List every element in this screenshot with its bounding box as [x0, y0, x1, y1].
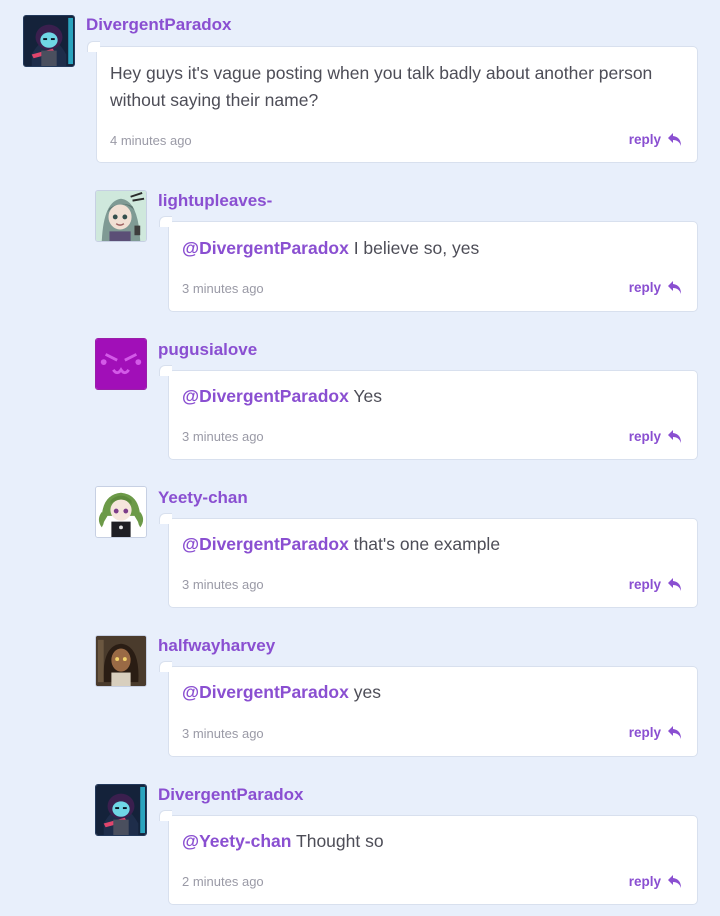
comment-username[interactable]: DivergentParadox: [86, 15, 232, 35]
comment-thread: DivergentParadox Hey guys it's vague pos…: [0, 0, 720, 916]
user-avatar[interactable]: [95, 486, 147, 538]
user-avatar[interactable]: [23, 15, 75, 67]
comment-text: Thought so: [291, 831, 384, 851]
comment-mention[interactable]: @DivergentParadox: [182, 238, 349, 258]
comment-body: @DivergentParadox Yes: [182, 383, 687, 410]
reply-button[interactable]: reply: [629, 576, 683, 592]
reply-arrow-icon: [668, 430, 681, 443]
divergent-paradox-avatar-icon: [24, 16, 74, 66]
reply-label: reply: [628, 131, 661, 147]
comment-timestamp: 2 minutes ago: [182, 874, 264, 889]
reply-arrow-icon: [668, 281, 681, 294]
comment-mention[interactable]: @DivergentParadox: [182, 534, 349, 554]
comment-body: @DivergentParadox yes: [182, 679, 687, 706]
reply-arrow-icon: [668, 875, 681, 888]
reply-label: reply: [628, 279, 661, 295]
pugusialove-avatar-icon: [96, 339, 146, 389]
comment-timestamp: 3 minutes ago: [182, 726, 264, 741]
comment-username[interactable]: pugusialove: [158, 340, 257, 360]
comment-bubble: @DivergentParadox Yes 3 minutes ago repl…: [159, 365, 698, 460]
comment-text: I believe so, yes: [348, 238, 480, 258]
comment-text: Yes: [348, 386, 382, 406]
comment-bubble: @Yeety-chan Thought so 2 minutes ago rep…: [159, 810, 698, 905]
comment-mention[interactable]: @DivergentParadox: [182, 682, 349, 702]
lightupleaves-avatar-icon: [96, 191, 146, 241]
reply-arrow-icon: [668, 578, 681, 591]
comment-text: that's one example: [348, 534, 501, 554]
comment-username[interactable]: halfwayharvey: [158, 636, 275, 656]
comment-body: @Yeety-chan Thought so: [182, 828, 687, 855]
comment-timestamp: 3 minutes ago: [182, 281, 264, 296]
comment-bubble: @DivergentParadox that's one example 3 m…: [159, 513, 698, 608]
divergent-paradox-avatar-icon: [96, 785, 146, 835]
comment-text: Hey guys it's vague posting when you tal…: [110, 63, 653, 110]
reply-button[interactable]: reply: [629, 724, 683, 740]
user-avatar[interactable]: [95, 635, 147, 687]
reply-button[interactable]: reply: [629, 279, 683, 295]
reply-arrow-icon: [668, 726, 681, 739]
reply-label: reply: [628, 576, 661, 592]
comment-body: Hey guys it's vague posting when you tal…: [110, 60, 685, 114]
comment-body: @DivergentParadox I believe so, yes: [182, 235, 687, 262]
reply-label: reply: [628, 428, 661, 444]
reply-button[interactable]: reply: [629, 428, 683, 444]
reply-label: reply: [628, 724, 661, 740]
reply-label: reply: [628, 873, 661, 889]
comment-username[interactable]: DivergentParadox: [158, 785, 304, 805]
comment-timestamp: 3 minutes ago: [182, 577, 264, 592]
comment-timestamp: 3 minutes ago: [182, 429, 264, 444]
comment-username[interactable]: Yeety-chan: [158, 488, 248, 508]
user-avatar[interactable]: [95, 190, 147, 242]
comment-mention[interactable]: @DivergentParadox: [182, 386, 349, 406]
comment-body: @DivergentParadox that's one example: [182, 531, 687, 558]
comment-bubble: @DivergentParadox yes 3 minutes ago repl…: [159, 661, 698, 757]
comment-timestamp: 4 minutes ago: [110, 133, 192, 148]
user-avatar[interactable]: [95, 784, 147, 836]
reply-arrow-icon: [668, 133, 681, 146]
halfwayharvey-avatar-icon: [96, 636, 146, 686]
comment-username[interactable]: lightupleaves-: [158, 191, 272, 211]
comment-bubble: Hey guys it's vague posting when you tal…: [87, 41, 698, 163]
comment-mention[interactable]: @Yeety-chan: [182, 831, 291, 851]
yeety-chan-avatar-icon: [96, 487, 146, 537]
comment-text: yes: [348, 682, 381, 702]
reply-button[interactable]: reply: [629, 131, 683, 147]
comment-bubble: @DivergentParadox I believe so, yes 3 mi…: [159, 216, 698, 312]
reply-button[interactable]: reply: [629, 873, 683, 889]
user-avatar[interactable]: [95, 338, 147, 390]
